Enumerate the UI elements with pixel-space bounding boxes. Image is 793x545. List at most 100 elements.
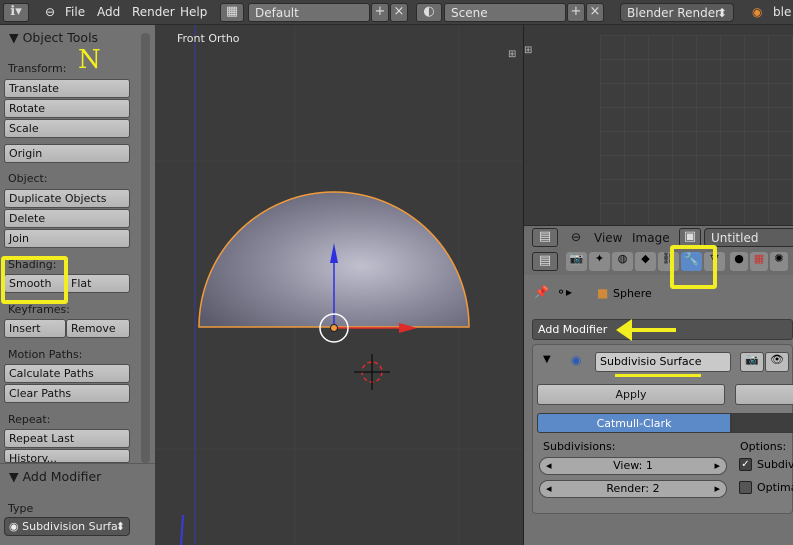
editor-type-icon[interactable]: ▤ bbox=[532, 252, 558, 271]
layout-icon[interactable]: ▦ bbox=[220, 3, 244, 22]
scene-field[interactable]: Scene bbox=[444, 3, 566, 22]
disclosure-icon: ▼ bbox=[9, 30, 23, 45]
region-plus-icon[interactable]: ⊞ bbox=[524, 46, 532, 56]
image-grid bbox=[600, 35, 793, 225]
subdivide-uvs-checkbox[interactable]: ✓ bbox=[739, 458, 752, 471]
catmull-clark-button[interactable]: Catmull-Clark bbox=[537, 413, 731, 433]
plus-icon[interactable]: + bbox=[371, 3, 389, 22]
simple-button[interactable] bbox=[731, 413, 793, 433]
origin-button[interactable]: Origin bbox=[4, 144, 130, 163]
menu-render[interactable]: Render bbox=[132, 5, 175, 19]
view-level-value: View: 1 bbox=[613, 459, 653, 472]
smooth-highlight-box bbox=[1, 256, 68, 304]
info-icon[interactable]: ℹ▾ bbox=[3, 3, 29, 22]
object-label: Object: bbox=[8, 172, 48, 185]
eye-icon[interactable]: 👁 bbox=[765, 352, 789, 372]
increment-icon[interactable]: ▸ bbox=[714, 459, 720, 472]
screen-layout-field[interactable]: Default bbox=[248, 3, 370, 22]
render-engine-label: Blender Render bbox=[627, 6, 721, 20]
scene-icon[interactable]: ◐ bbox=[416, 3, 442, 22]
panel-title: Object Tools bbox=[22, 30, 99, 45]
subdivisions-label: Subdivisions: bbox=[543, 440, 616, 453]
menu-help[interactable]: Help bbox=[180, 5, 207, 19]
image-editor-header: ▤ ⊖ View Image ▣ Untitled bbox=[524, 225, 793, 249]
copy-button[interactable] bbox=[735, 384, 793, 405]
properties-editor: ▤ 📷 ✦ ◍ ◆ ⛓ 🔧 ▽ ● ▦ ✺ 📌 ⚬▸ ■ Sphere Add … bbox=[524, 245, 793, 545]
remove-keyframe-button[interactable]: Remove bbox=[66, 319, 130, 338]
object-tools-header[interactable]: ▼ Object Tools bbox=[9, 30, 98, 45]
scene-icon[interactable]: ✦ bbox=[589, 252, 610, 271]
apply-button[interactable]: Apply bbox=[537, 384, 725, 405]
translate-button[interactable]: Translate bbox=[4, 79, 130, 98]
modifier-icon: ◉ bbox=[571, 353, 582, 367]
image-editor-area[interactable]: ⊞ bbox=[524, 25, 793, 225]
3d-cursor-icon[interactable] bbox=[354, 354, 390, 390]
calculate-paths-button[interactable]: Calculate Paths bbox=[4, 364, 130, 383]
flat-button[interactable]: Flat bbox=[66, 274, 130, 293]
tool-shelf: ▼ Object Tools Transform: N Translate Ro… bbox=[0, 25, 155, 545]
keyframes-label: Keyframes: bbox=[8, 303, 70, 316]
duplicate-objects-button[interactable]: Duplicate Objects bbox=[4, 189, 130, 208]
decrement-icon[interactable]: ◂ bbox=[546, 482, 552, 495]
history-button[interactable]: History... bbox=[4, 449, 130, 463]
subdivide-uvs-label: Subdivi bbox=[757, 458, 793, 471]
3d-viewport[interactable]: Front Ortho ⊞ bbox=[155, 25, 523, 545]
region-plus-icon[interactable]: ⊞ bbox=[508, 49, 516, 60]
menu-image[interactable]: Image bbox=[632, 231, 670, 245]
decrement-icon[interactable]: ◂ bbox=[546, 459, 552, 472]
texture-icon[interactable]: ▦ bbox=[750, 252, 768, 271]
insert-keyframe-button[interactable]: Insert bbox=[4, 319, 66, 338]
view-levels-field[interactable]: ◂ View: 1 ▸ bbox=[539, 457, 727, 475]
render-icon[interactable]: 📷 bbox=[566, 252, 587, 271]
increment-icon[interactable]: ▸ bbox=[714, 482, 720, 495]
collapse-icon[interactable]: ▼ bbox=[543, 354, 551, 365]
plus-icon[interactable]: + bbox=[567, 3, 585, 22]
close-icon[interactable]: × bbox=[586, 3, 604, 22]
add-modifier-operator-panel: ▼ Add Modifier Type ◉ Subdivision Surfa ⬍ bbox=[0, 463, 155, 545]
underline-annotation bbox=[615, 374, 701, 377]
viewport-canvas bbox=[155, 25, 523, 545]
render-levels-field[interactable]: ◂ Render: 2 ▸ bbox=[539, 480, 727, 498]
pin-icon[interactable]: 📌 bbox=[534, 285, 549, 299]
world-icon[interactable]: ◍ bbox=[612, 252, 633, 271]
camera-icon[interactable]: 📷 bbox=[740, 352, 764, 372]
render-engine-select[interactable]: Blender Render ⬍ bbox=[620, 3, 734, 22]
properties-tabs: ▤ 📷 ✦ ◍ ◆ ⛓ 🔧 ▽ ● ▦ ✺ bbox=[524, 249, 793, 275]
material-icon[interactable]: ● bbox=[730, 252, 748, 271]
shelf-scrollbar[interactable] bbox=[141, 33, 150, 463]
rotate-button[interactable]: Rotate bbox=[4, 99, 130, 118]
updown-icon: ⬍ bbox=[716, 6, 727, 20]
panel-title: Add Modifier bbox=[22, 469, 102, 484]
blender-logo-icon: ◉ bbox=[752, 5, 763, 19]
modifier-type-select[interactable]: ◉ Subdivision Surfa ⬍ bbox=[4, 517, 130, 536]
optimal-display-label: Optima bbox=[757, 481, 793, 494]
minus-icon[interactable]: ⊖ bbox=[45, 5, 55, 19]
minus-icon[interactable]: ⊖ bbox=[571, 230, 581, 244]
n-annotation: N bbox=[78, 45, 101, 75]
menu-add[interactable]: Add bbox=[97, 5, 120, 19]
options-label: Options: bbox=[740, 440, 787, 453]
add-modifier-header[interactable]: ▼ Add Modifier bbox=[9, 469, 101, 484]
arrow-annotation-head bbox=[616, 319, 632, 341]
context-tab-row-2: ● ▦ ✺ bbox=[730, 252, 793, 271]
object-origin bbox=[330, 324, 338, 332]
repeat-last-button[interactable]: Repeat Last bbox=[4, 429, 130, 448]
menu-file[interactable]: File bbox=[65, 5, 85, 19]
view-name-label: Front Ortho bbox=[177, 32, 240, 45]
particles-icon[interactable]: ✺ bbox=[770, 252, 788, 271]
modifier-panel: ▼ ◉ Subdivisio Surface 📷 👁 Apply Catmull… bbox=[532, 344, 793, 514]
image-name-field[interactable]: Untitled bbox=[704, 228, 793, 247]
type-value: Subdivision Surfa bbox=[22, 520, 118, 533]
mesh-icon: ⚬▸ bbox=[556, 285, 573, 299]
join-button[interactable]: Join bbox=[4, 229, 130, 248]
menu-view[interactable]: View bbox=[594, 231, 622, 245]
wrench-highlight-box bbox=[670, 245, 717, 289]
modifier-name-field[interactable]: Subdivisio Surface bbox=[595, 352, 731, 372]
optimal-display-checkbox[interactable] bbox=[739, 481, 752, 494]
close-icon[interactable]: × bbox=[390, 3, 408, 22]
editor-type-icon[interactable]: ▤ bbox=[532, 228, 558, 247]
delete-button[interactable]: Delete bbox=[4, 209, 130, 228]
scale-button[interactable]: Scale bbox=[4, 119, 130, 138]
object-icon[interactable]: ◆ bbox=[635, 252, 656, 271]
clear-paths-button[interactable]: Clear Paths bbox=[4, 384, 130, 403]
